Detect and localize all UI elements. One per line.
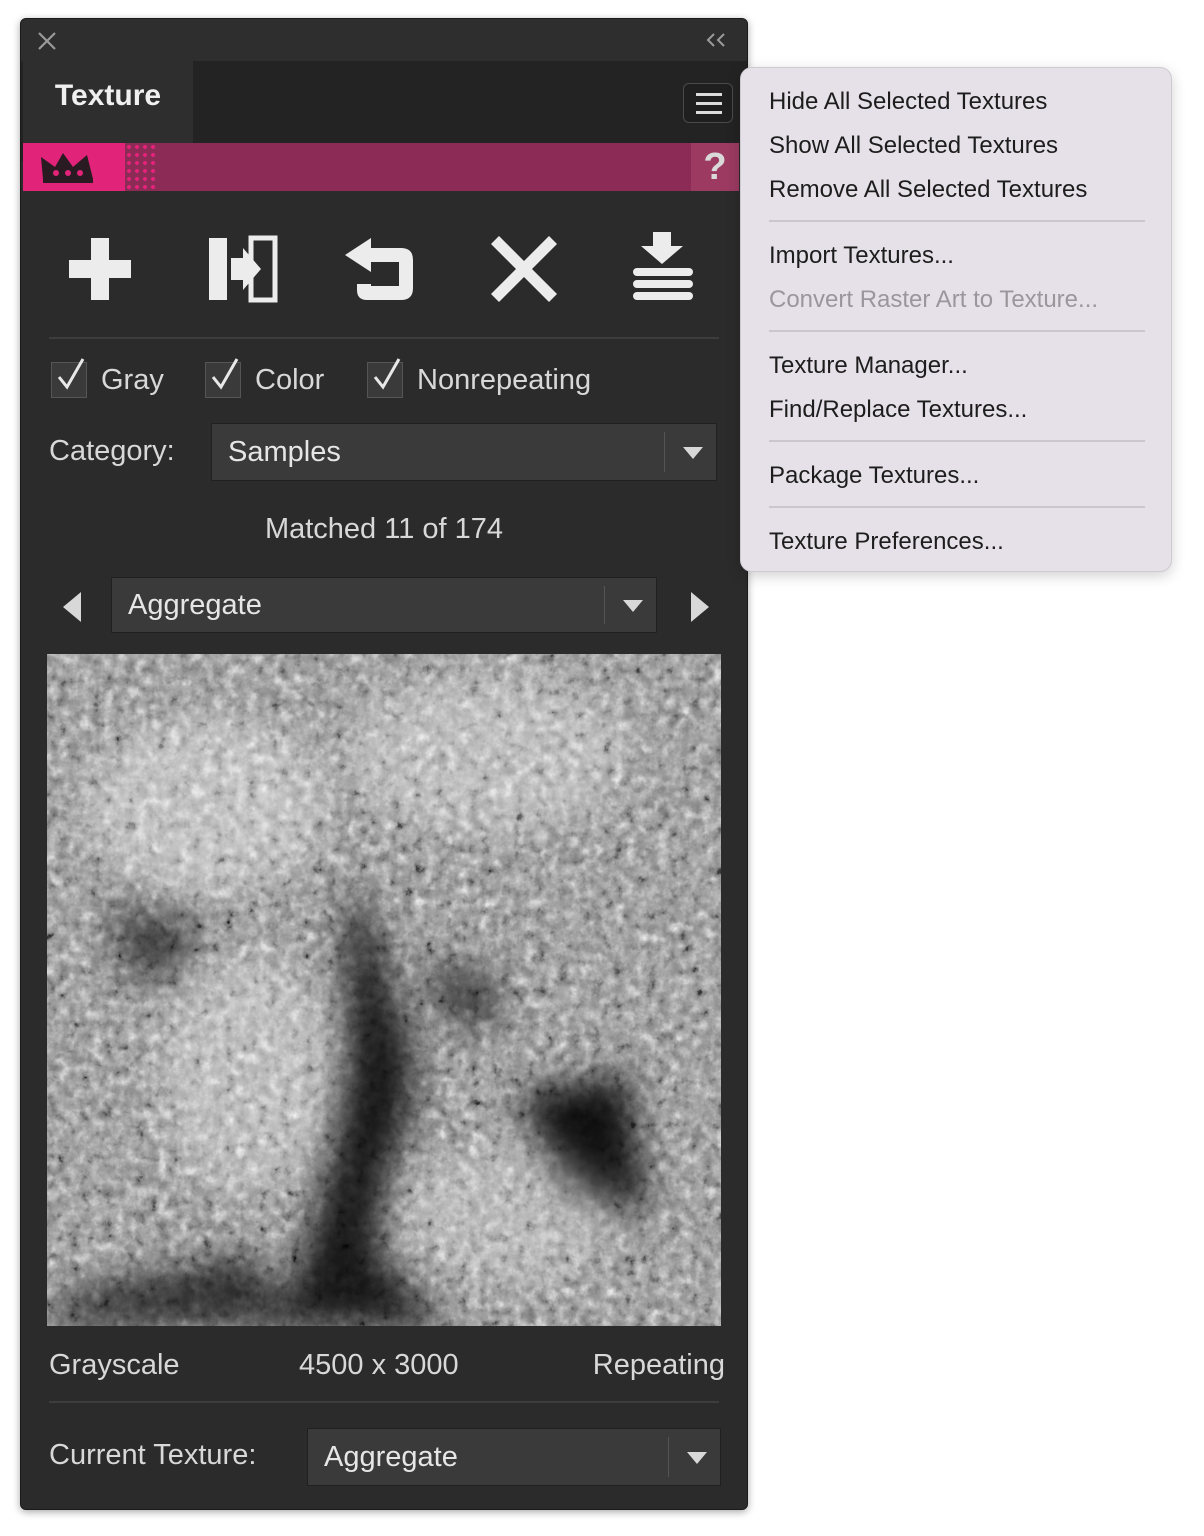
menu-item-remove-all[interactable]: Remove All Selected Textures — [769, 176, 1087, 204]
category-label: Category: — [49, 435, 175, 467]
texture-preview-image — [47, 654, 721, 1326]
crown-icon — [41, 153, 93, 183]
x-delete-icon[interactable] — [479, 224, 569, 314]
filter-color[interactable]: Color — [205, 358, 325, 401]
current-texture-value: Aggregate — [324, 1441, 458, 1473]
brand-bar: ? — [23, 143, 739, 191]
crown-badge[interactable] — [23, 143, 125, 191]
current-texture-label: Current Texture: — [49, 1439, 257, 1471]
nonrepeating-label: Nonrepeating — [417, 363, 592, 396]
gray-checkbox[interactable] — [51, 358, 87, 398]
next-texture-icon[interactable] — [691, 592, 709, 622]
check-icon — [57, 358, 85, 390]
menu-item-hide-all[interactable]: Hide All Selected Textures — [769, 88, 1047, 116]
close-icon[interactable] — [35, 29, 59, 53]
category-select[interactable]: Samples — [211, 423, 717, 481]
menu-item-find-replace[interactable]: Find/Replace Textures... — [769, 396, 1027, 424]
menu-item-package[interactable]: Package Textures... — [769, 462, 979, 490]
current-texture-select[interactable]: Aggregate — [307, 1428, 721, 1486]
menu-item-import[interactable]: Import Textures... — [769, 242, 954, 270]
info-divider — [49, 1401, 719, 1403]
matched-count: Matched 11 of 174 — [264, 513, 504, 545]
filter-gray[interactable]: Gray — [51, 358, 164, 401]
menu-item-show-all[interactable]: Show All Selected Textures — [769, 132, 1058, 160]
menu-item-convert: Convert Raster Art to Texture... — [769, 286, 1099, 313]
panel-menu-button[interactable] — [683, 83, 733, 123]
chevron-down-icon — [687, 1452, 707, 1464]
apply-texture-icon[interactable] — [197, 224, 287, 314]
load-library-icon[interactable] — [617, 224, 707, 314]
menu-item-preferences[interactable]: Texture Preferences... — [769, 528, 1004, 556]
menu-separator — [769, 506, 1145, 508]
filter-nonrepeating[interactable]: Nonrepeating — [367, 358, 592, 401]
reset-icon[interactable] — [337, 224, 427, 314]
chevron-down-icon — [683, 447, 703, 459]
menu-separator — [769, 220, 1145, 222]
menu-item-manager[interactable]: Texture Manager... — [769, 352, 968, 380]
plus-icon[interactable] — [55, 224, 145, 314]
panel-context-menu: Hide All Selected Textures Show All Sele… — [740, 67, 1172, 572]
panel-titlebar — [21, 19, 747, 61]
gray-label: Gray — [101, 363, 164, 396]
color-label: Color — [255, 363, 325, 396]
check-icon — [211, 358, 239, 390]
color-checkbox[interactable] — [205, 358, 241, 398]
previous-texture-icon[interactable] — [63, 592, 81, 622]
texture-select-value: Aggregate — [128, 589, 262, 621]
category-value: Samples — [228, 436, 341, 468]
action-toolbar — [21, 224, 747, 324]
nonrepeating-checkbox[interactable] — [367, 358, 403, 398]
check-icon — [373, 358, 401, 390]
hamburger-menu-icon — [696, 93, 722, 96]
texture-select[interactable]: Aggregate — [111, 577, 657, 633]
toolbar-divider — [49, 337, 719, 339]
texture-size: 4500 x 3000 — [299, 1349, 459, 1381]
texture-tiling: Repeating — [592, 1349, 725, 1381]
texture-preview — [47, 654, 721, 1326]
chevron-down-icon — [623, 600, 643, 612]
collapse-icon[interactable] — [703, 29, 729, 51]
help-button[interactable]: ? — [691, 143, 739, 191]
menu-separator — [769, 330, 1145, 332]
menu-separator — [769, 440, 1145, 442]
texture-mode: Grayscale — [49, 1349, 180, 1381]
bar-dither — [125, 143, 159, 191]
texture-panel: Texture ? Gray Color Nonrepeating Catego… — [20, 18, 748, 1510]
